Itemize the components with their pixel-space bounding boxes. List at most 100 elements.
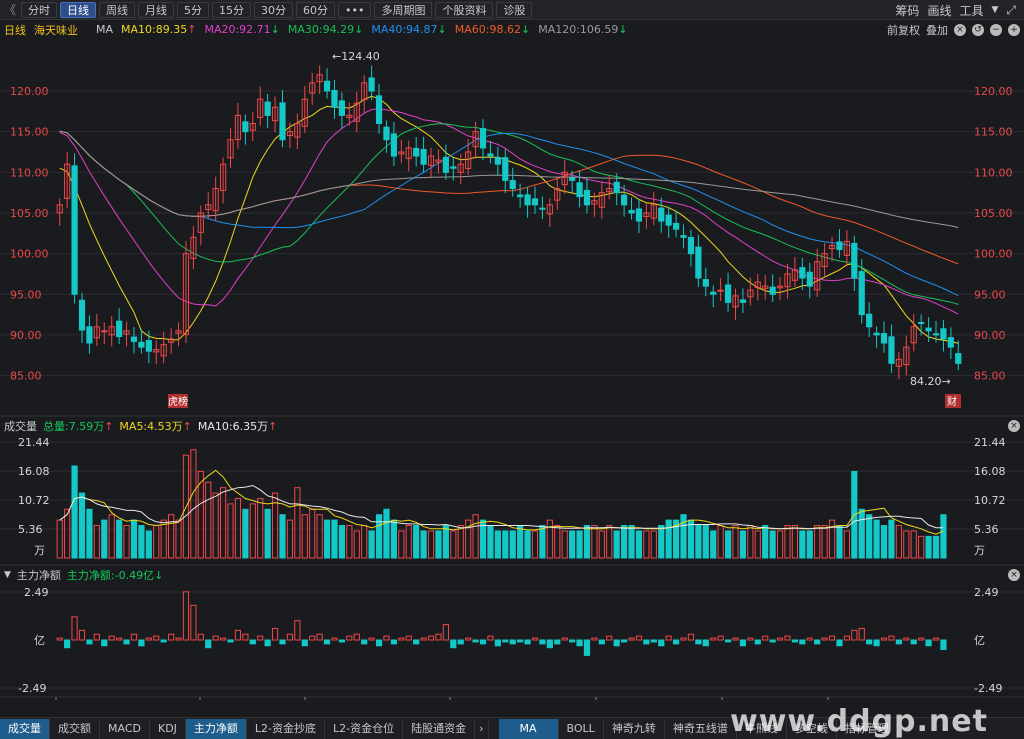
flow-bar bbox=[546, 639, 553, 649]
tab-magic-nine[interactable]: 神奇九转 bbox=[604, 718, 665, 739]
volume-bar bbox=[375, 514, 383, 559]
flow-bar bbox=[561, 637, 568, 641]
flow-bar bbox=[739, 639, 747, 647]
volume-bar bbox=[918, 535, 925, 559]
tab-hk-connect[interactable]: 陆股通资金 bbox=[403, 718, 476, 739]
volume-bar bbox=[205, 481, 212, 559]
candle-body bbox=[264, 101, 271, 116]
ma-lines bbox=[59, 95, 959, 344]
flow-mid-left: 亿 bbox=[34, 634, 45, 647]
kline-chart[interactable]: 120.00 120.00 115.00 115.00 110.00 110.00 105.… bbox=[0, 0, 1024, 700]
tab-five-lines[interactable]: 神奇五线谱 bbox=[665, 718, 737, 739]
flow-bar bbox=[197, 633, 204, 641]
flow-bar bbox=[442, 624, 449, 641]
flow-bar bbox=[517, 639, 524, 643]
vol-unit-left: 万 bbox=[34, 544, 45, 557]
annotations: ←124.40 84.20→ 虎榜 财 bbox=[168, 50, 961, 408]
price-tick-right: 85.00 bbox=[974, 370, 1006, 383]
watermark: www.ddgp.net bbox=[730, 704, 988, 739]
flow-bar bbox=[576, 639, 583, 647]
volume-bar bbox=[420, 530, 427, 559]
volume-bar bbox=[93, 525, 100, 559]
candle-body bbox=[687, 236, 695, 255]
price-tick-right: 100.00 bbox=[974, 248, 1013, 261]
volume-bar bbox=[509, 530, 516, 559]
volume-title[interactable]: 成交量 bbox=[4, 418, 37, 434]
flow-bar bbox=[836, 639, 843, 647]
volume-bar bbox=[747, 525, 754, 559]
tab-l2-bottom[interactable]: L2-资金抄底 bbox=[247, 718, 326, 739]
flow-bar bbox=[316, 633, 323, 641]
volume-bar bbox=[457, 525, 464, 559]
tab-main-flow[interactable]: 主力净额 bbox=[185, 718, 247, 739]
flow-bar bbox=[108, 635, 115, 641]
flow-bar bbox=[635, 635, 643, 641]
vol-tick-left: 16.08 bbox=[18, 465, 50, 478]
candle-body bbox=[502, 157, 509, 181]
volume-bar bbox=[130, 519, 138, 559]
price-tick-right: 115.00 bbox=[974, 126, 1013, 139]
volume-close-icon[interactable]: × bbox=[1008, 420, 1020, 432]
volume-bar bbox=[301, 514, 308, 559]
candle-body bbox=[628, 209, 635, 214]
volume-bar bbox=[784, 525, 791, 559]
flow-bar bbox=[762, 635, 769, 641]
flow-bar bbox=[672, 639, 680, 645]
candle-body bbox=[739, 299, 747, 303]
volume-bar bbox=[524, 530, 531, 559]
flow-bar bbox=[465, 637, 472, 641]
candle-body bbox=[338, 100, 346, 116]
flow-bottom-right: -2.49 bbox=[974, 682, 1002, 695]
candle-body bbox=[116, 320, 123, 338]
flow-bar bbox=[123, 639, 130, 645]
candle-body bbox=[621, 194, 628, 206]
flow-bar bbox=[472, 639, 479, 643]
tab-volume[interactable]: 成交量 bbox=[0, 718, 50, 739]
candle-body bbox=[866, 313, 873, 328]
candlesticks bbox=[56, 65, 962, 380]
tab-l2-position[interactable]: L2-资金仓位 bbox=[325, 718, 404, 739]
volume-bar bbox=[361, 525, 368, 559]
candle-body bbox=[858, 271, 865, 316]
tab-kdj[interactable]: KDJ bbox=[150, 718, 186, 739]
flow-close-icon[interactable]: × bbox=[1008, 569, 1020, 581]
flow-bar bbox=[895, 639, 902, 645]
flow-bar bbox=[301, 639, 308, 647]
collapse-down-icon[interactable]: ▼ bbox=[4, 570, 11, 580]
volume-bar bbox=[828, 519, 836, 559]
candle-body bbox=[442, 156, 449, 173]
candle-body bbox=[672, 222, 680, 230]
flow-bar bbox=[658, 639, 665, 647]
flow-bar bbox=[606, 635, 613, 641]
volume-bar bbox=[116, 519, 123, 559]
volume-bar bbox=[873, 519, 880, 559]
flow-bar bbox=[242, 633, 249, 641]
tab-ma[interactable]: MA bbox=[498, 718, 559, 739]
tabs-next-icon[interactable]: › bbox=[475, 718, 489, 739]
candle-body bbox=[539, 207, 546, 210]
flow-bar bbox=[279, 639, 286, 645]
tab-boll[interactable]: BOLL bbox=[559, 718, 604, 739]
flow-bar bbox=[494, 639, 501, 647]
volume-bar bbox=[621, 525, 628, 559]
volume-bar bbox=[294, 487, 301, 559]
candle-body bbox=[86, 326, 93, 344]
volume-bar bbox=[814, 525, 821, 559]
tab-turnover[interactable]: 成交额 bbox=[50, 718, 100, 739]
tab-macd[interactable]: MACD bbox=[100, 718, 150, 739]
candle-body bbox=[710, 291, 717, 295]
volume-bar bbox=[606, 525, 613, 559]
flow-bar bbox=[227, 639, 234, 643]
volume-bar bbox=[138, 525, 145, 559]
volume-bar bbox=[799, 530, 806, 559]
flow-bar bbox=[880, 637, 888, 641]
flow-bar bbox=[375, 639, 383, 647]
flow-bar bbox=[383, 635, 390, 641]
flow-bar bbox=[331, 637, 338, 641]
volume-bar bbox=[101, 519, 108, 559]
flow-title[interactable]: 主力净额 bbox=[17, 567, 61, 583]
flow-bar bbox=[56, 637, 63, 641]
candle-body bbox=[940, 328, 947, 340]
volume-ma5: MA5:4.53万↑ bbox=[119, 420, 192, 433]
price-tick-right: 110.00 bbox=[974, 166, 1013, 179]
